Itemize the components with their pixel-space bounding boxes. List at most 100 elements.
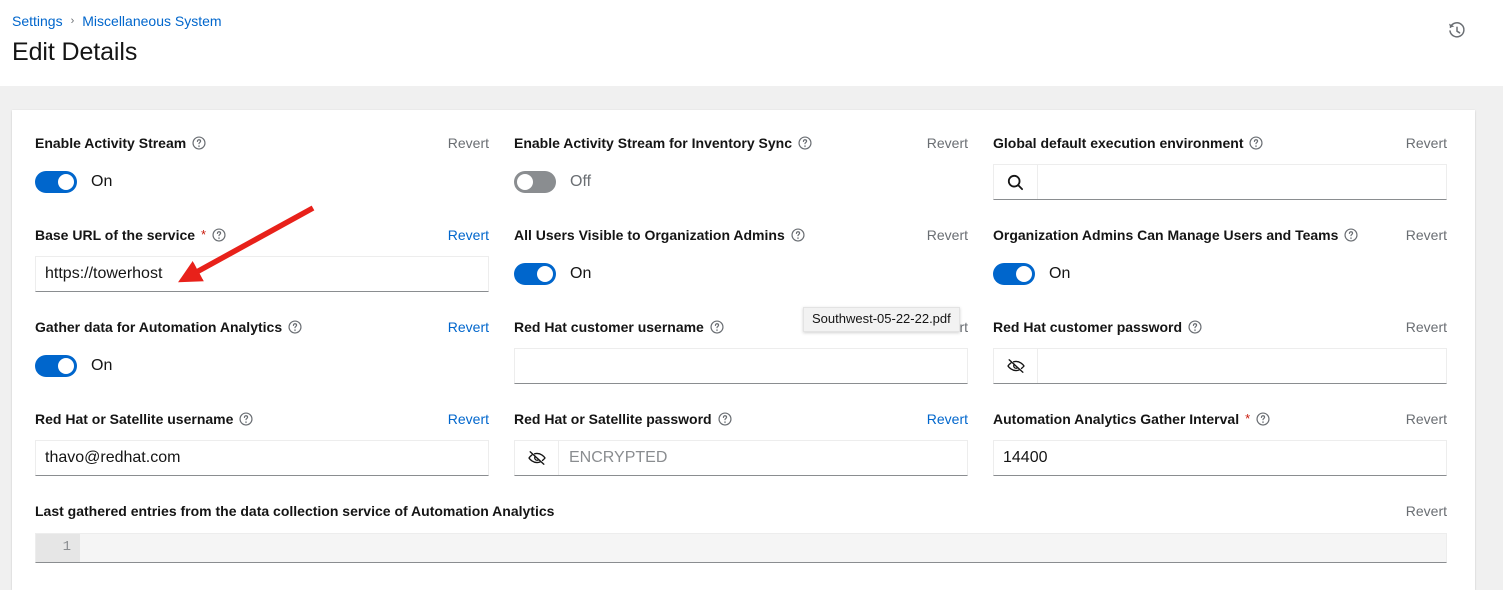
field-automation-analytics-gather-interval: Automation Analytics Gather Interval*Rev… (993, 408, 1447, 480)
toggle-knob (537, 266, 553, 282)
toggle-enable-activity-stream[interactable] (35, 171, 77, 193)
toggle-knob (58, 358, 74, 374)
settings-form-grid: Enable Activity StreamRevertOnEnable Act… (12, 110, 1475, 500)
toggle-label-enable-activity-stream: On (91, 172, 112, 192)
input-base-url-of-the-service[interactable] (36, 257, 488, 291)
revert-all-history-button[interactable] (1443, 18, 1471, 46)
toggle-label-gather-data-for-automation-analytics: On (91, 356, 112, 376)
help-circle-icon[interactable] (212, 228, 226, 242)
toggle-organization-admins-can-manage-users-and-teams[interactable] (993, 263, 1035, 285)
input-red-hat-customer-username[interactable] (515, 349, 967, 383)
page-title: Edit Details (12, 37, 1479, 67)
input-red-hat-or-satellite-password[interactable] (559, 441, 967, 475)
input-red-hat-customer-password[interactable] (1038, 349, 1446, 383)
field-header-global-default-execution-environment: Global default execution environment Reve… (993, 132, 1447, 154)
help-circle-icon[interactable] (239, 412, 253, 426)
field-enable-activity-stream: Enable Activity Stream Revert On (35, 132, 489, 204)
revert-link-base-url-of-the-service[interactable]: Revert (438, 225, 489, 245)
field-red-hat-customer-password: Red Hat customer password Revert (993, 316, 1447, 388)
label-wrap-gather-data-for-automation-analytics: Gather data for Automation Analytics (35, 317, 302, 337)
input-wrap-automation-analytics-gather-interval (993, 440, 1447, 476)
help-circle-icon[interactable] (791, 228, 805, 242)
field-header-red-hat-or-satellite-username: Red Hat or Satellite username Revert (35, 408, 489, 430)
label-wrap-global-default-execution-environment: Global default execution environment (993, 133, 1263, 153)
help-circle-icon[interactable] (288, 320, 302, 334)
field-label-global-default-execution-environment: Global default execution environment (993, 133, 1243, 153)
help-circle-icon[interactable] (1249, 136, 1263, 150)
field-header-automation-analytics-gather-interval: Automation Analytics Gather Interval*Rev… (993, 408, 1447, 430)
label-wrap-all-users-visible-to-organization-admins: All Users Visible to Organization Admins (514, 225, 805, 245)
help-circle-icon[interactable] (192, 136, 206, 150)
revert-link-organization-admins-can-manage-users-and-teams[interactable]: Revert (1396, 225, 1447, 245)
field-label-red-hat-or-satellite-password: Red Hat or Satellite password (514, 409, 712, 429)
file-download-tooltip[interactable]: Southwest-05-22-22.pdf (803, 307, 960, 332)
field-header-enable-activity-stream: Enable Activity Stream Revert (35, 132, 489, 154)
field-last-gathered-entries: Last gathered entries from the data coll… (12, 500, 1475, 563)
toggle-row-enable-activity-stream: On (35, 164, 489, 200)
input-wrap-red-hat-or-satellite-username (35, 440, 489, 476)
editor-field-header: Last gathered entries from the data coll… (35, 500, 1447, 522)
editor-field-label: Last gathered entries from the data coll… (35, 501, 554, 521)
search-icon[interactable] (994, 165, 1038, 199)
revert-link-red-hat-or-satellite-password[interactable]: Revert (917, 409, 968, 429)
revert-link-all-users-visible-to-organization-admins[interactable]: Revert (917, 225, 968, 245)
revert-link-automation-analytics-gather-interval[interactable]: Revert (1396, 409, 1447, 429)
toggle-row-organization-admins-can-manage-users-and-teams: On (993, 256, 1447, 292)
field-gather-data-for-automation-analytics: Gather data for Automation Analytics Reve… (35, 316, 489, 388)
breadcrumb-item-miscellaneous-system[interactable]: Miscellaneous System (82, 11, 221, 31)
help-circle-icon[interactable] (1344, 228, 1358, 242)
field-header-enable-activity-stream-inventory-sync: Enable Activity Stream for Inventory Syn… (514, 132, 968, 154)
field-all-users-visible-to-organization-admins: All Users Visible to Organization Admins… (514, 224, 968, 296)
settings-card: Enable Activity StreamRevertOnEnable Act… (12, 110, 1475, 590)
field-header-organization-admins-can-manage-users-and-teams: Organization Admins Can Manage Users and… (993, 224, 1447, 246)
revert-link-gather-data-for-automation-analytics[interactable]: Revert (438, 317, 489, 337)
help-circle-icon[interactable] (718, 412, 732, 426)
field-header-gather-data-for-automation-analytics: Gather data for Automation Analytics Reve… (35, 316, 489, 338)
field-red-hat-or-satellite-password: Red Hat or Satellite password Revert (514, 408, 968, 480)
code-editor-content[interactable] (80, 534, 1446, 562)
input-wrap-red-hat-customer-username (514, 348, 968, 384)
field-global-default-execution-environment: Global default execution environment Reve… (993, 132, 1447, 204)
toggle-gather-data-for-automation-analytics[interactable] (35, 355, 77, 377)
field-label-red-hat-or-satellite-username: Red Hat or Satellite username (35, 409, 233, 429)
field-label-all-users-visible-to-organization-admins: All Users Visible to Organization Admins (514, 225, 785, 245)
help-circle-icon[interactable] (1256, 412, 1270, 426)
label-wrap-enable-activity-stream: Enable Activity Stream (35, 133, 206, 153)
field-label-red-hat-customer-password: Red Hat customer password (993, 317, 1182, 337)
field-base-url-of-the-service: Base URL of the service* Revert (35, 224, 489, 296)
field-label-automation-analytics-gather-interval: Automation Analytics Gather Interval (993, 409, 1239, 429)
input-global-default-execution-environment[interactable] (1038, 165, 1446, 199)
toggle-knob (1016, 266, 1032, 282)
help-circle-icon[interactable] (710, 320, 724, 334)
input-automation-analytics-gather-interval[interactable] (994, 441, 1446, 475)
toggle-row-enable-activity-stream-inventory-sync: Off (514, 164, 968, 200)
label-wrap-organization-admins-can-manage-users-and-teams: Organization Admins Can Manage Users and… (993, 225, 1358, 245)
help-circle-icon[interactable] (1188, 320, 1202, 334)
required-asterisk-base-url-of-the-service: * (201, 229, 206, 241)
field-label-gather-data-for-automation-analytics: Gather data for Automation Analytics (35, 317, 282, 337)
toggle-row-all-users-visible-to-organization-admins: On (514, 256, 968, 292)
history-icon (1447, 21, 1467, 44)
revert-link-global-default-execution-environment[interactable]: Revert (1396, 133, 1447, 153)
label-wrap-base-url-of-the-service: Base URL of the service* (35, 225, 226, 245)
input-red-hat-or-satellite-username[interactable] (36, 441, 488, 475)
breadcrumb: Settings › Miscellaneous System (12, 11, 1479, 31)
editor-label-wrap: Last gathered entries from the data coll… (35, 501, 554, 521)
breadcrumb-item-settings[interactable]: Settings (12, 11, 63, 31)
eye-slash-icon[interactable] (515, 441, 559, 475)
help-circle-icon[interactable] (798, 136, 812, 150)
revert-link-red-hat-or-satellite-username[interactable]: Revert (438, 409, 489, 429)
code-editor[interactable]: 1 (35, 533, 1447, 563)
revert-link-enable-activity-stream-inventory-sync[interactable]: Revert (917, 133, 968, 153)
toggle-label-organization-admins-can-manage-users-and-teams: On (1049, 264, 1070, 284)
field-organization-admins-can-manage-users-and-teams: Organization Admins Can Manage Users and… (993, 224, 1447, 296)
toggle-all-users-visible-to-organization-admins[interactable] (514, 263, 556, 285)
label-wrap-red-hat-customer-password: Red Hat customer password (993, 317, 1202, 337)
label-wrap-red-hat-or-satellite-username: Red Hat or Satellite username (35, 409, 253, 429)
revert-link-last-gathered-entries[interactable]: Revert (1396, 501, 1447, 521)
revert-link-enable-activity-stream[interactable]: Revert (438, 133, 489, 153)
toggle-enable-activity-stream-inventory-sync[interactable] (514, 171, 556, 193)
revert-link-red-hat-customer-password[interactable]: Revert (1396, 317, 1447, 337)
field-label-enable-activity-stream-inventory-sync: Enable Activity Stream for Inventory Syn… (514, 133, 792, 153)
eye-slash-icon[interactable] (994, 349, 1038, 383)
